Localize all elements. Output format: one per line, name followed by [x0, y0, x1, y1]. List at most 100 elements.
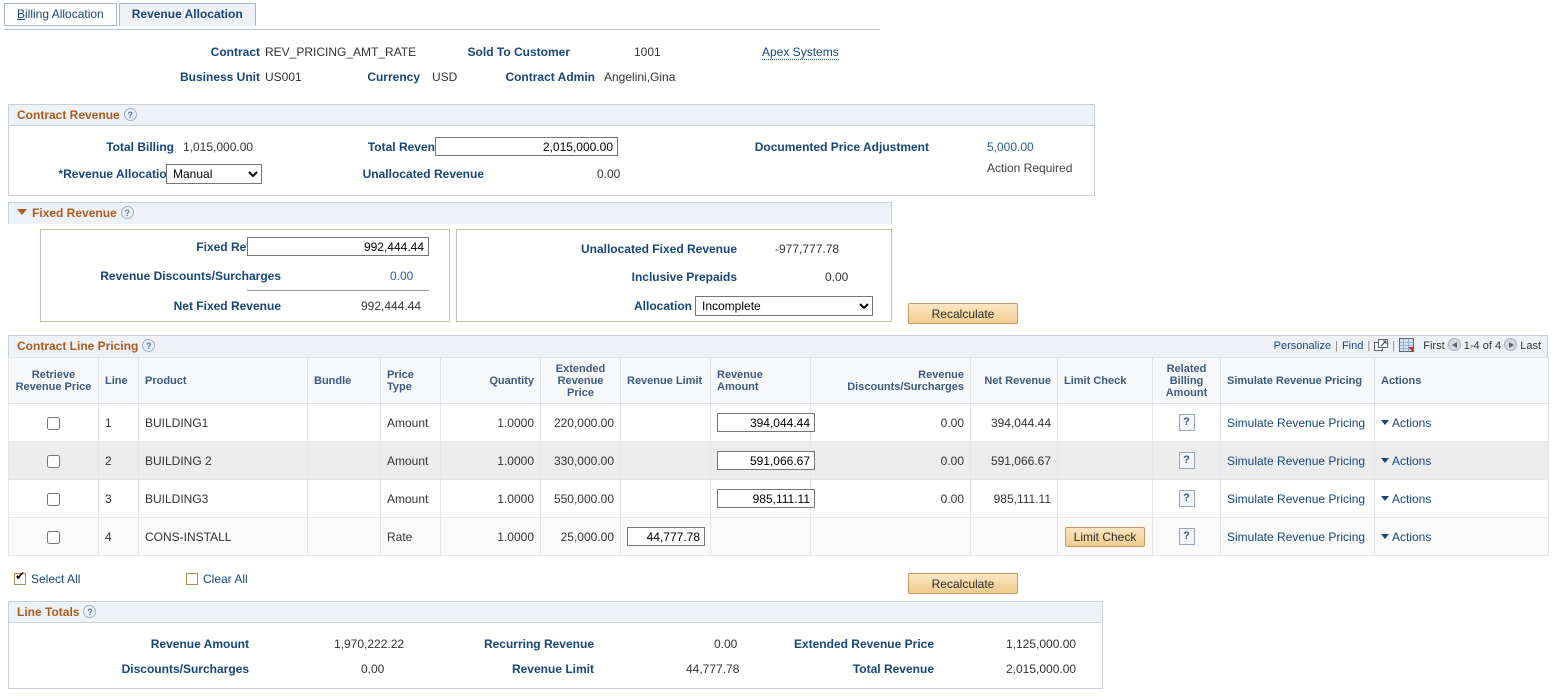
col-net-revenue[interactable]: Net Revenue: [971, 358, 1058, 404]
simulate-revenue-pricing-link[interactable]: Simulate Revenue Pricing: [1227, 492, 1365, 506]
net-fixed-revenue-label: Net Fixed Revenue: [51, 299, 281, 313]
col-limit-check[interactable]: Limit Check: [1058, 358, 1153, 404]
revenue-allocation-select[interactable]: Manual: [166, 164, 262, 184]
cell-line: 1: [99, 404, 139, 442]
fixed-revenue-title: Fixed Revenue: [32, 206, 117, 220]
clear-all-checkbox[interactable]: [186, 573, 198, 585]
revenue-amount-input[interactable]: [717, 413, 815, 432]
last-page-link[interactable]: Last: [1520, 340, 1541, 352]
table-body: 1 BUILDING1 Amount 1.0000 220,000.00 0.0…: [9, 404, 1549, 556]
sold-to-customer-value: 1001: [634, 45, 661, 59]
cell-bundle: [308, 442, 381, 480]
first-page-link[interactable]: First: [1423, 340, 1444, 352]
recalculate-lines-button[interactable]: Recalculate: [908, 573, 1018, 594]
col-price-type[interactable]: Price Type: [381, 358, 441, 404]
retrieve-revenue-price-checkbox[interactable]: [47, 455, 60, 468]
cell-revenue-amount: [711, 442, 811, 480]
cell-retrieve: [9, 518, 99, 556]
actions-menu[interactable]: Actions: [1381, 530, 1431, 544]
select-all-control[interactable]: Select All: [14, 572, 80, 586]
simulate-revenue-pricing-link[interactable]: Simulate Revenue Pricing: [1227, 416, 1365, 430]
select-all-checkbox[interactable]: [14, 573, 26, 585]
table-row: 2 BUILDING 2 Amount 1.0000 330,000.00 0.…: [9, 442, 1549, 480]
revenue-limit-input[interactable]: [627, 527, 705, 546]
col-extended-revenue-price[interactable]: Extended Revenue Price: [541, 358, 621, 404]
line-totals-ext-rev-price-value: 1,125,000.00: [1006, 637, 1076, 651]
inclusive-prepaids-label: Inclusive Prepaids: [467, 270, 737, 284]
fixed-revenue-input[interactable]: [247, 237, 429, 256]
actions-menu[interactable]: Actions: [1381, 454, 1431, 468]
cell-discounts: 0.00: [811, 480, 971, 518]
table-row: 1 BUILDING1 Amount 1.0000 220,000.00 0.0…: [9, 404, 1549, 442]
cell-related-billing-amount: ?: [1153, 404, 1221, 442]
select-all-label: Select All: [31, 572, 80, 586]
col-revenue-limit[interactable]: Revenue Limit: [621, 358, 711, 404]
broken-image-icon[interactable]: ?: [1179, 490, 1195, 507]
allocation-select[interactable]: Incomplete: [695, 296, 873, 316]
cell-net-revenue: 985,111.11: [971, 480, 1058, 518]
unallocated-revenue-label: Unallocated Revenue: [289, 167, 484, 181]
actions-menu[interactable]: Actions: [1381, 416, 1431, 430]
retrieve-revenue-price-checkbox[interactable]: [47, 493, 60, 506]
cell-extended-revenue-price: 550,000.00: [541, 480, 621, 518]
col-revenue-discounts-surcharges[interactable]: Revenue Discounts/Surcharges: [811, 358, 971, 404]
col-bundle[interactable]: Bundle: [308, 358, 381, 404]
col-actions[interactable]: Actions: [1375, 358, 1549, 404]
contract-revenue-title: Contract Revenue: [17, 108, 120, 122]
help-icon[interactable]: ?: [124, 108, 137, 121]
broken-image-icon[interactable]: ?: [1179, 452, 1195, 469]
cell-simulate: Simulate Revenue Pricing: [1221, 480, 1375, 518]
retrieve-revenue-price-checkbox[interactable]: [47, 531, 60, 544]
next-page-icon[interactable]: [1504, 338, 1517, 351]
help-icon[interactable]: ?: [83, 605, 96, 618]
cell-line: 4: [99, 518, 139, 556]
actions-menu[interactable]: Actions: [1381, 492, 1431, 506]
simulate-revenue-pricing-link[interactable]: Simulate Revenue Pricing: [1227, 454, 1365, 468]
contract-line-pricing-grid: Contract Line Pricing? Personalize|Find|…: [8, 335, 1548, 556]
col-line[interactable]: Line: [99, 358, 139, 404]
clear-all-control[interactable]: Clear All: [186, 572, 248, 586]
line-totals-discounts-value: 0.00: [361, 662, 384, 676]
table-row: 3 BUILDING3 Amount 1.0000 550,000.00 0.0…: [9, 480, 1549, 518]
customer-name-link[interactable]: Apex Systems: [762, 45, 839, 60]
documented-price-adjustment-value[interactable]: 5,000.00: [987, 140, 1034, 154]
collapse-arrow-icon[interactable]: [17, 209, 27, 215]
toolbar-sep-3: |: [1392, 340, 1395, 352]
tab-billing-allocation[interactable]: Billing Allocation: [4, 3, 117, 26]
cell-product: BUILDING 2: [139, 442, 308, 480]
line-totals-ext-rev-price-label: Extended Revenue Price: [769, 637, 934, 651]
contract-admin-value: Angelini,Gina: [604, 70, 675, 84]
cell-net-revenue: 591,066.67: [971, 442, 1058, 480]
line-pricing-table: Retrieve Revenue Price Line Product Bund…: [8, 357, 1549, 556]
cell-actions: Actions: [1375, 404, 1549, 442]
col-retrieve-revenue-price[interactable]: Retrieve Revenue Price: [9, 358, 99, 404]
simulate-revenue-pricing-link[interactable]: Simulate Revenue Pricing: [1227, 530, 1365, 544]
revenue-amount-input[interactable]: [717, 451, 815, 470]
revenue-discounts-surcharges-value[interactable]: 0.00: [390, 269, 413, 283]
col-quantity[interactable]: Quantity: [441, 358, 541, 404]
col-revenue-amount[interactable]: Revenue Amount: [711, 358, 811, 404]
chevron-down-icon: [1381, 420, 1389, 425]
col-related-billing-amount[interactable]: Related Billing Amount: [1153, 358, 1221, 404]
find-link[interactable]: Find: [1342, 340, 1363, 352]
prev-page-icon[interactable]: [1448, 338, 1461, 351]
fixed-revenue-left-box: Fixed Revenue Revenue Discounts/Surcharg…: [40, 229, 450, 322]
retrieve-revenue-price-checkbox[interactable]: [47, 417, 60, 430]
personalize-link[interactable]: Personalize: [1274, 340, 1331, 352]
new-window-icon[interactable]: [1374, 338, 1388, 350]
col-product[interactable]: Product: [139, 358, 308, 404]
broken-image-icon[interactable]: ?: [1179, 528, 1195, 545]
clear-all-label: Clear All: [203, 572, 248, 586]
broken-image-icon[interactable]: ?: [1179, 414, 1195, 431]
contract-revenue-header: Contract Revenue?: [9, 105, 1094, 126]
tab-revenue-allocation[interactable]: Revenue Allocation: [119, 3, 256, 26]
col-simulate-revenue-pricing[interactable]: Simulate Revenue Pricing: [1221, 358, 1375, 404]
limit-check-button[interactable]: Limit Check: [1065, 527, 1146, 547]
revenue-amount-input[interactable]: [717, 489, 815, 508]
recalculate-fixed-button[interactable]: Recalculate: [908, 303, 1018, 324]
download-grid-icon[interactable]: [1399, 338, 1414, 352]
help-icon[interactable]: ?: [121, 206, 134, 219]
contract-label: Contract: [140, 45, 260, 59]
help-icon[interactable]: ?: [142, 339, 155, 352]
total-revenue-input[interactable]: [435, 137, 618, 156]
